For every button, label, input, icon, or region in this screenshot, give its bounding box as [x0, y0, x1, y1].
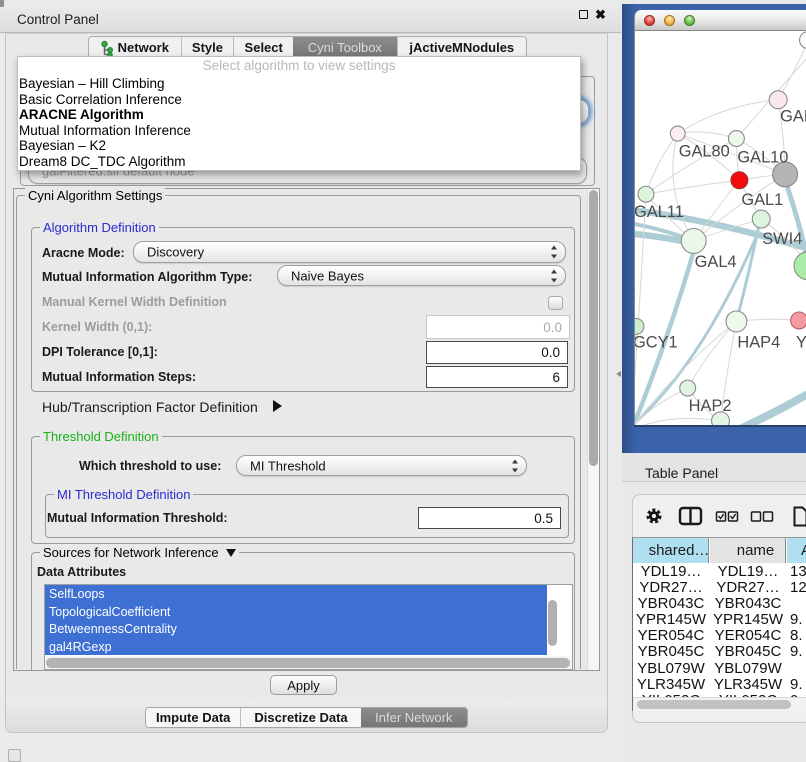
svg-text:Y: Y	[796, 333, 806, 351]
svg-text:GAL80: GAL80	[679, 142, 730, 160]
svg-text:GAL10: GAL10	[737, 148, 788, 166]
svg-text:SWI4: SWI4	[762, 230, 802, 248]
svg-text:GAL: GAL	[780, 108, 806, 126]
svg-text:GCY1: GCY1	[634, 333, 678, 351]
svg-text:GAL4: GAL4	[695, 253, 737, 271]
svg-text:HAP2: HAP2	[689, 397, 732, 415]
svg-text:GAL11: GAL11	[634, 203, 684, 221]
svg-text:GAL1: GAL1	[741, 191, 783, 209]
svg-text:HAP4: HAP4	[737, 333, 780, 351]
